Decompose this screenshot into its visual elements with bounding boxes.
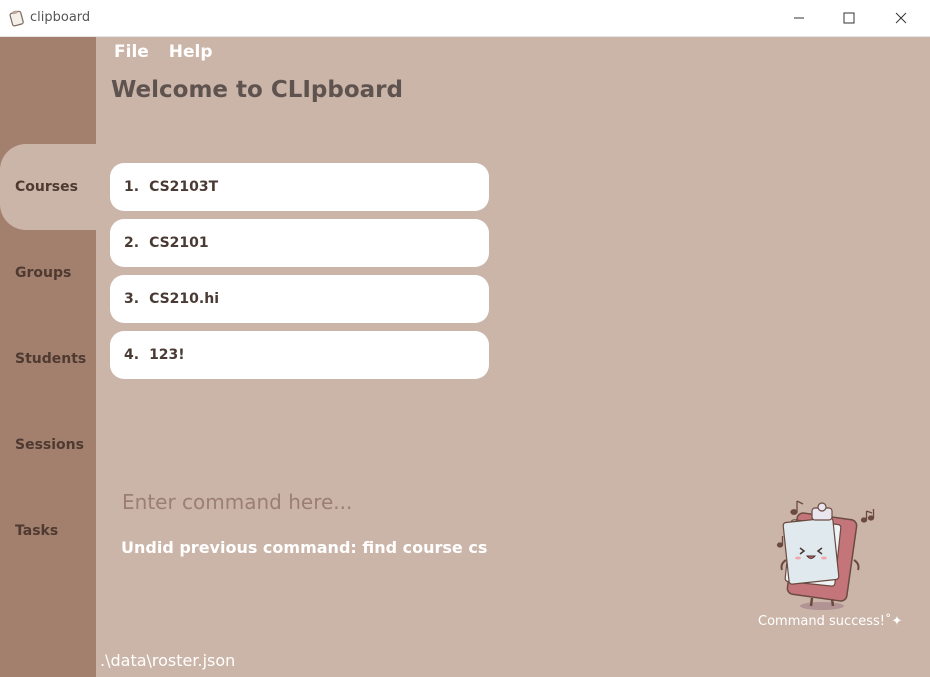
mascot-caption: Command success!˚✦ [758, 614, 903, 629]
menu-help[interactable]: Help [169, 42, 213, 62]
list-item-index: 3. [124, 291, 140, 307]
sidebar-item-groups[interactable]: Groups [0, 230, 96, 316]
close-button[interactable] [876, 0, 926, 36]
sidebar: Courses Groups Students Sessions Tasks [0, 37, 96, 677]
list-item-code: CS2103T [149, 179, 219, 195]
list-item-code: CS2101 [149, 235, 209, 251]
sidebar-item-label: Students [15, 351, 87, 367]
sidebar-item-tasks[interactable]: Tasks [0, 488, 96, 574]
command-input[interactable] [110, 480, 734, 524]
list-item-index: 4. [124, 347, 140, 363]
page-title: Welcome to CLIpboard [111, 77, 403, 103]
sidebar-item-students[interactable]: Students [0, 316, 96, 402]
window-title: clipboard [30, 10, 91, 25]
minimize-icon [794, 17, 804, 19]
list-item[interactable]: 2. CS2101 [110, 219, 489, 267]
sidebar-item-label: Groups [15, 265, 72, 281]
maximize-button[interactable] [824, 0, 874, 36]
title-bar: clipboard [0, 0, 930, 37]
menu-bar: File Help [114, 42, 213, 62]
result-message: Undid previous command: find course cs [121, 538, 488, 557]
sidebar-item-label: Sessions [15, 437, 84, 453]
clipboard-mascot-icon [776, 500, 875, 610]
sidebar-item-courses[interactable]: Courses [0, 144, 96, 230]
list-item[interactable]: 4. 123! [110, 331, 489, 379]
list-item-index: 1. [124, 179, 140, 195]
menu-file[interactable]: File [114, 42, 149, 62]
list-item-code: CS210.hi [149, 291, 219, 307]
list-item[interactable]: 3. CS210.hi [110, 275, 489, 323]
sidebar-item-label: Tasks [15, 523, 59, 539]
minimize-button[interactable] [774, 0, 824, 36]
list-item[interactable]: 1. CS2103T [110, 163, 489, 211]
clipboard-icon [9, 10, 24, 27]
list-item-code: 123! [149, 347, 185, 363]
close-icon [895, 12, 907, 24]
list-item-index: 2. [124, 235, 140, 251]
sidebar-item-sessions[interactable]: Sessions [0, 402, 96, 488]
sidebar-item-label: Courses [15, 179, 78, 195]
maximize-icon [843, 12, 855, 24]
status-file-path: .\data\roster.json [100, 651, 236, 670]
